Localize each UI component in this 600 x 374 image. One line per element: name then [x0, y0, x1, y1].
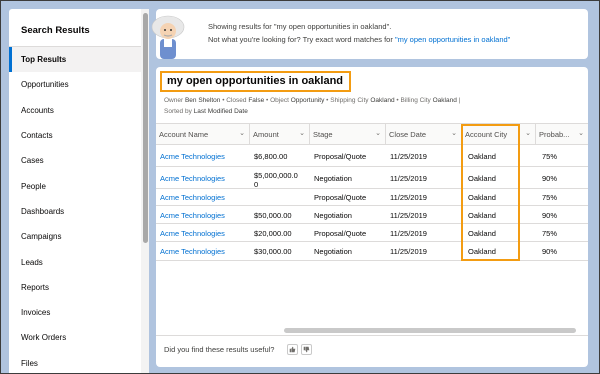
column-header-close-date[interactable]: Close Date ⌄ — [386, 124, 462, 145]
results-card: my open opportunities in oakland Owner B… — [156, 67, 588, 367]
column-header-account-name[interactable]: Account Name ⌄ — [156, 124, 250, 145]
results-title: my open opportunities in oakland — [160, 71, 352, 92]
feedback-question: Did you find these results useful? — [164, 345, 275, 354]
sidebar-item-dashboards[interactable]: Dashboards — [9, 199, 149, 224]
filter-billing-label: Billing City — [400, 97, 431, 104]
stage-cell: Proposal/Quote — [314, 229, 367, 238]
filter-owner-value: Ben Shelton — [184, 97, 221, 104]
chevron-down-icon[interactable]: ⌄ — [299, 129, 305, 137]
table-row: Acme Technologies $5,000,000.0 0 Negotiatio… — [156, 167, 588, 189]
account-name-link[interactable]: Acme Technologies — [160, 151, 225, 162]
table-row: Acme Technologies $30,000.00 Negotiation 11… — [156, 242, 588, 261]
sidebar-item-work-orders[interactable]: Work Orders — [9, 325, 149, 350]
sidebar-list: Top Results Opportunities Accounts Contacts… — [9, 47, 149, 373]
column-header-stage[interactable]: Stage ⌄ — [310, 124, 386, 145]
filter-closed-label: Closed — [226, 97, 247, 104]
column-header-probability[interactable]: Probab... ⌄ — [536, 124, 588, 145]
stage-cell: Negotiation — [314, 174, 352, 183]
chevron-down-icon[interactable]: ⌄ — [525, 129, 531, 137]
probability-cell: 75% — [542, 193, 558, 202]
column-label: Stage — [313, 130, 333, 139]
close-date-cell: 11/25/2019 — [390, 174, 427, 183]
sidebar-item-contacts[interactable]: Contacts — [9, 123, 149, 148]
amount-cell: $30,000.00 — [254, 247, 292, 256]
spellcheck-banner: Showing results for "my open opportuniti… — [151, 9, 588, 59]
amount-cell: $5,000,000.0 — [254, 171, 298, 180]
sidebar-item-campaigns[interactable]: Campaigns — [9, 224, 149, 249]
stage-cell: Negotiation — [314, 211, 352, 220]
horizontal-scrollbar[interactable] — [284, 328, 576, 333]
table-row: Acme Technologies Proposal/Quote 11/25/201… — [156, 189, 588, 206]
sidebar-item-leads[interactable]: Leads — [9, 249, 149, 274]
probability-cell: 90% — [542, 174, 558, 183]
sidebar-item-files[interactable]: Files — [9, 351, 149, 373]
filter-billing-value: Oakland — [432, 97, 457, 104]
filter-owner-label: Owner — [164, 97, 184, 104]
filter-shipping-value: Oakland — [370, 97, 395, 104]
account-name-link[interactable]: Acme Technologies — [160, 210, 225, 221]
filter-object-label: Object — [270, 97, 289, 104]
amount-cell: $20,000.00 — [254, 229, 292, 238]
sidebar-item-people[interactable]: People — [9, 173, 149, 198]
chevron-down-icon[interactable]: ⌄ — [239, 129, 245, 137]
app-frame: Search Results Top Results Opportunities A… — [0, 0, 600, 374]
close-date-cell: 11/25/2019 — [390, 229, 427, 238]
probability-cell: 90% — [542, 211, 558, 220]
filter-shipping-label: Shipping City — [330, 97, 369, 104]
exact-match-link[interactable]: "my open opportunities in oakland" — [395, 35, 510, 44]
sidebar: Search Results Top Results Opportunities A… — [9, 9, 149, 373]
sidebar-item-top-results[interactable]: Top Results — [9, 47, 149, 73]
table-row: Acme Technologies $6,800.00 Proposal/Quote… — [156, 145, 588, 167]
sidebar-item-reports[interactable]: Reports — [9, 275, 149, 300]
probability-cell: 75% — [542, 229, 558, 238]
column-label: Probab... — [539, 130, 570, 139]
column-label: Amount — [253, 130, 279, 139]
filter-sorted-label: Sorted by — [164, 108, 192, 115]
stage-cell: Negotiation — [314, 247, 352, 256]
table-row: Acme Technologies $20,000.00 Proposal/Quot… — [156, 224, 588, 242]
thumbs-up-icon[interactable] — [287, 344, 298, 355]
sidebar-item-accounts[interactable]: Accounts — [9, 98, 149, 123]
account-name-link[interactable]: Acme Technologies — [160, 173, 225, 184]
column-label: Account Name — [159, 130, 209, 139]
filter-sorted-value: Last Modified Date — [193, 108, 248, 115]
chevron-down-icon[interactable]: ⌄ — [451, 129, 457, 137]
close-date-cell: 11/25/2019 — [390, 211, 427, 220]
account-name-link[interactable]: Acme Technologies — [160, 192, 225, 203]
sidebar-item-opportunities[interactable]: Opportunities — [9, 72, 149, 97]
account-name-link[interactable]: Acme Technologies — [160, 228, 225, 239]
account-city-highlight — [461, 124, 520, 261]
probability-cell: 90% — [542, 247, 558, 256]
chevron-down-icon[interactable]: ⌄ — [375, 129, 381, 137]
close-date-cell: 11/25/2019 — [390, 193, 427, 202]
banner-line-2: Not what you're looking for? Try exact w… — [208, 33, 510, 46]
table-header: Account Name ⌄ Amount ⌄ Stage ⌄ Close Date ⌄… — [156, 123, 588, 145]
sidebar-scrollbar[interactable] — [141, 9, 149, 373]
stage-cell: Proposal/Quote — [314, 193, 367, 202]
filter-object-value: Opportunity — [290, 97, 325, 104]
thumbs-down-icon[interactable] — [301, 344, 312, 355]
chevron-down-icon[interactable]: ⌄ — [578, 129, 584, 137]
sidebar-item-cases[interactable]: Cases — [9, 148, 149, 173]
banner-line-1: Showing results for "my open opportuniti… — [208, 22, 392, 31]
table-row: Acme Technologies $50,000.00 Negotiation 11… — [156, 206, 588, 224]
close-date-cell: 11/25/2019 — [390, 247, 427, 256]
column-header-amount[interactable]: Amount ⌄ — [250, 124, 310, 145]
sidebar-title: Search Results — [9, 9, 149, 47]
einstein-avatar-icon — [151, 15, 185, 59]
banner-text: Showing results for "my open opportuniti… — [208, 20, 510, 46]
amount-cell: $50,000.00 — [254, 211, 292, 220]
sidebar-item-invoices[interactable]: Invoices — [9, 300, 149, 325]
probability-cell: 75% — [542, 152, 558, 161]
account-name-link[interactable]: Acme Technologies — [160, 246, 225, 257]
feedback-footer: Did you find these results useful? — [156, 335, 588, 367]
filter-summary: Owner Ben Shelton • Closed False • Objec… — [164, 97, 461, 115]
column-label: Close Date — [389, 130, 427, 139]
stage-cell: Proposal/Quote — [314, 152, 367, 161]
banner-line-2-prefix: Not what you're looking for? Try exact w… — [208, 35, 395, 44]
amount-cell: $6,800.00 — [254, 152, 288, 161]
close-date-cell: 11/25/2019 — [390, 152, 427, 161]
sidebar-scrollbar-thumb[interactable] — [142, 13, 148, 243]
filter-closed-value: False — [248, 97, 265, 104]
